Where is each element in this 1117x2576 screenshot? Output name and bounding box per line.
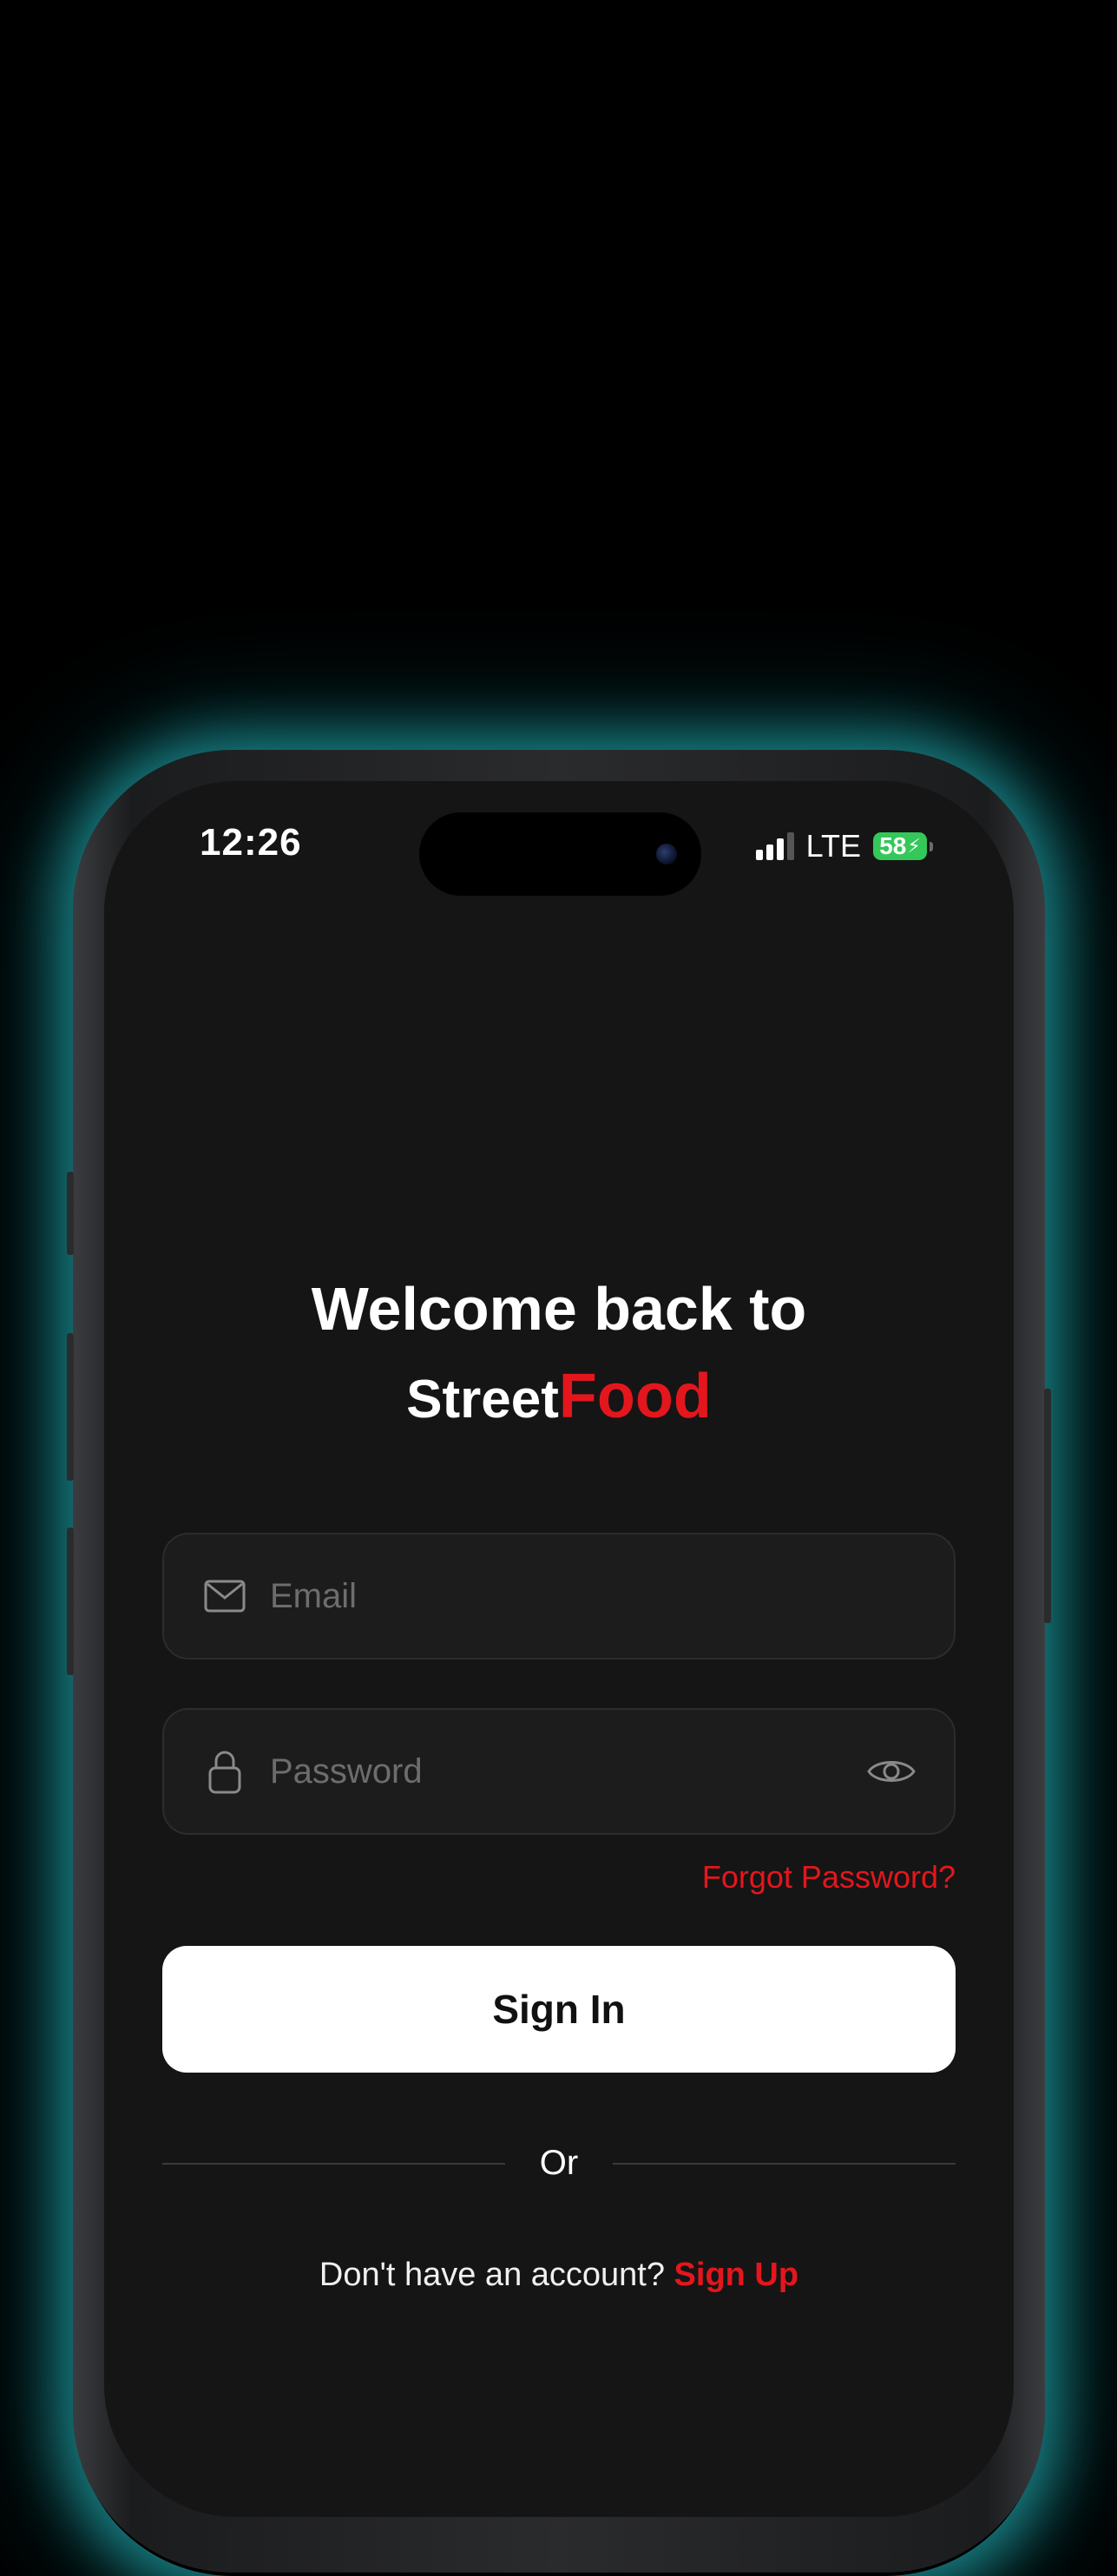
app-screen: 12:26 LTE 58 ⚡ Welcome back to StreetFoo…: [104, 781, 1014, 2517]
status-time: 12:26: [200, 821, 302, 864]
lock-icon: [202, 1749, 247, 1794]
dynamic-island: [419, 812, 701, 896]
device-volume-down-button: [67, 1528, 74, 1675]
device-power-button: [1044, 1389, 1051, 1623]
brand-logo: StreetFood: [104, 1361, 1014, 1432]
forgot-password-link[interactable]: Forgot Password?: [702, 1859, 956, 1896]
email-input[interactable]: [268, 1575, 954, 1617]
status-indicators: LTE 58 ⚡: [755, 828, 933, 864]
battery-level: 58: [879, 832, 907, 859]
eye-icon: [867, 1761, 916, 1782]
device-volume-up-button: [67, 1333, 74, 1481]
front-camera-icon: [656, 844, 677, 864]
signal-icon: [755, 832, 794, 860]
brand-name-food: Food: [558, 1362, 712, 1431]
network-label: LTE: [805, 828, 861, 864]
mail-icon: [202, 1574, 247, 1619]
password-input[interactable]: [268, 1751, 864, 1792]
charging-bolt-icon: ⚡: [907, 835, 921, 857]
sign-up-link[interactable]: Sign Up: [674, 2257, 799, 2293]
signup-prompt-text: Don't have an account?: [319, 2257, 665, 2293]
password-field[interactable]: [162, 1708, 956, 1835]
signup-prompt: Don't have an account? Sign Up: [104, 2257, 1014, 2294]
email-field[interactable]: [162, 1533, 956, 1659]
device-action-button: [67, 1172, 74, 1255]
or-divider: Or: [162, 2144, 956, 2183]
battery-icon: 58 ⚡: [873, 832, 933, 860]
welcome-title: Welcome back to: [311, 1275, 807, 1343]
show-password-toggle[interactable]: [864, 1744, 919, 1799]
divider-line-right: [613, 2162, 956, 2165]
brand-name-street: Street: [406, 1370, 559, 1429]
divider-line-left: [162, 2162, 505, 2165]
sign-in-button[interactable]: Sign In: [162, 1946, 956, 2073]
or-label: Or: [539, 2144, 579, 2182]
